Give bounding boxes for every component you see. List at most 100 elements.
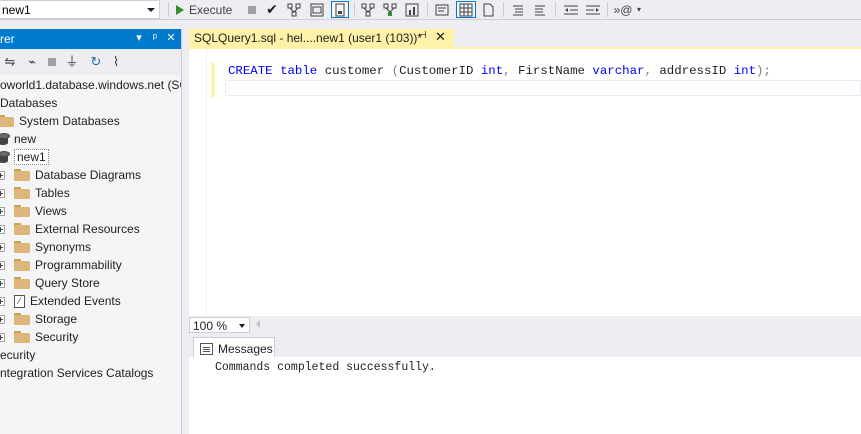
refresh-icon[interactable]: ↻ (88, 54, 104, 70)
database-icon (0, 150, 10, 164)
tree-node[interactable]: Tables (0, 184, 70, 202)
database-select-value: new1 (2, 3, 31, 17)
dropdown-icon[interactable]: ▾ (133, 31, 145, 45)
tree-node-label: Extended Events (30, 294, 121, 308)
results-to-grid-button[interactable] (456, 1, 476, 18)
tree-node-label: ecurity (0, 348, 36, 362)
folder-icon (14, 241, 30, 253)
tab-messages[interactable]: Messages (193, 337, 275, 359)
server-label: oworld1.database.windows.net (SQ (0, 78, 182, 92)
panel-splitter[interactable] (182, 20, 189, 434)
keyword-table: table (280, 64, 318, 78)
toolbar-separator (168, 2, 169, 17)
tree-node[interactable]: ecurity (0, 346, 35, 364)
tree-node[interactable]: Programmability (0, 256, 122, 274)
tree-node[interactable]: new1 (0, 148, 49, 166)
folder-icon (0, 115, 14, 127)
sqlcmd-mode-button[interactable] (331, 1, 349, 18)
tree-node-label: Programmability (35, 258, 122, 272)
text-results-icon (435, 4, 449, 15)
tree-node[interactable]: External Resources (0, 220, 140, 238)
tree-node[interactable]: new (0, 130, 36, 148)
tree-node[interactable]: System Databases (0, 112, 120, 130)
close-paren: ); (756, 64, 771, 78)
tree-node[interactable]: Synonyms (0, 238, 91, 256)
tree-node[interactable]: Views (0, 202, 67, 220)
estimated-plan-button[interactable] (286, 1, 302, 18)
query-options-button[interactable] (309, 1, 325, 18)
expand-icon[interactable] (0, 260, 5, 270)
tree-node[interactable]: ⁄ Extended Events (0, 292, 121, 310)
expand-icon[interactable] (0, 314, 5, 324)
decrease-indent-button[interactable] (562, 1, 580, 18)
zoom-select[interactable]: 100 % (189, 317, 250, 333)
tree-node-label: Security (35, 330, 79, 344)
scroll-left-icon[interactable] (256, 320, 260, 328)
tree-node[interactable]: ntegration Services Catalogs (0, 364, 153, 382)
activity-monitor-icon[interactable]: ⌇ (108, 54, 124, 70)
expand-icon[interactable] (0, 296, 5, 306)
tree-node-label: System Databases (19, 114, 120, 128)
tree-node-label: Views (35, 204, 67, 218)
object-explorer-header: rer ▾ ᵖ ✕ (0, 29, 181, 49)
tab-messages-label: Messages (218, 341, 273, 356)
pin-icon[interactable]: ᵖ (149, 31, 161, 45)
toolbar-overflow-button[interactable]: ▾ (635, 1, 643, 18)
tree-node[interactable]: Databases (0, 94, 57, 112)
expand-icon[interactable] (0, 332, 5, 342)
live-stats-button[interactable] (382, 1, 398, 18)
comment-button[interactable] (510, 1, 526, 18)
toolbar-separator (607, 2, 608, 17)
connect-icon[interactable]: ⇋ (2, 54, 18, 70)
results-tab-strip: Messages (189, 334, 861, 359)
tree-node-label: Database Diagrams (35, 168, 142, 182)
type-int: int (480, 64, 504, 78)
type-int: int (733, 64, 757, 78)
close-icon[interactable]: ✕ (435, 29, 446, 45)
column-name: addressID (659, 64, 727, 78)
results-to-text-button[interactable] (434, 1, 450, 18)
parse-button[interactable]: ✔ (264, 1, 280, 18)
uncomment-button[interactable] (532, 1, 548, 18)
toolbar-separator (354, 2, 355, 17)
toolbar-separator (503, 2, 504, 17)
expand-icon[interactable] (0, 206, 5, 216)
expand-icon[interactable] (0, 170, 5, 180)
expand-icon[interactable] (0, 188, 5, 198)
folder-icon (14, 205, 30, 217)
filter-icon[interactable]: ⏚ (64, 54, 80, 70)
tree-node[interactable]: Database Diagrams (0, 166, 141, 184)
disconnect-icon[interactable]: ⌁ (24, 54, 40, 70)
expand-icon[interactable] (0, 278, 5, 288)
actual-plan-button[interactable] (360, 1, 376, 18)
close-icon[interactable]: ✕ (165, 31, 177, 45)
messages-pane[interactable]: Commands completed successfully. (189, 357, 861, 434)
results-to-file-button[interactable] (480, 1, 496, 18)
pin-icon[interactable]: ⊣ (418, 30, 427, 41)
tree-node[interactable]: Query Store (0, 274, 100, 292)
chevron-down-icon: ▾ (636, 5, 641, 14)
stop-icon[interactable] (44, 54, 60, 70)
tree-node[interactable]: Security (0, 328, 78, 346)
specify-values-button[interactable]: »@ (613, 1, 633, 18)
comment-lines-icon (513, 5, 523, 15)
execute-button[interactable]: Execute (176, 1, 240, 18)
expand-icon[interactable] (0, 224, 5, 234)
query-editor[interactable]: CREATE table customer (CustomerID int, F… (189, 49, 861, 316)
code-line[interactable]: CREATE table customer (CustomerID int, F… (228, 64, 771, 78)
tree-node-label: ntegration Services Catalogs (0, 366, 154, 380)
toolbar: new1 Execute ✔ »@ ▾ (0, 0, 861, 20)
database-select[interactable]: new1 (0, 0, 160, 19)
increase-indent-button[interactable] (584, 1, 602, 18)
comma: , (503, 64, 511, 78)
chevron-down-icon (239, 324, 245, 328)
stop-button[interactable] (245, 1, 259, 18)
events-icon: ⁄ (14, 294, 25, 308)
client-stats-button[interactable] (404, 1, 420, 18)
tab-query[interactable]: SQLQuery1.sql - hel....new1 (user1 (103)… (189, 29, 454, 47)
tree-node[interactable]: Storage (0, 310, 77, 328)
plan-live-icon (383, 3, 397, 16)
expand-icon[interactable] (0, 242, 5, 252)
editor-status-bar: 100 % (189, 316, 861, 334)
tree-node-server[interactable]: oworld1.database.windows.net (SQ (0, 76, 182, 94)
